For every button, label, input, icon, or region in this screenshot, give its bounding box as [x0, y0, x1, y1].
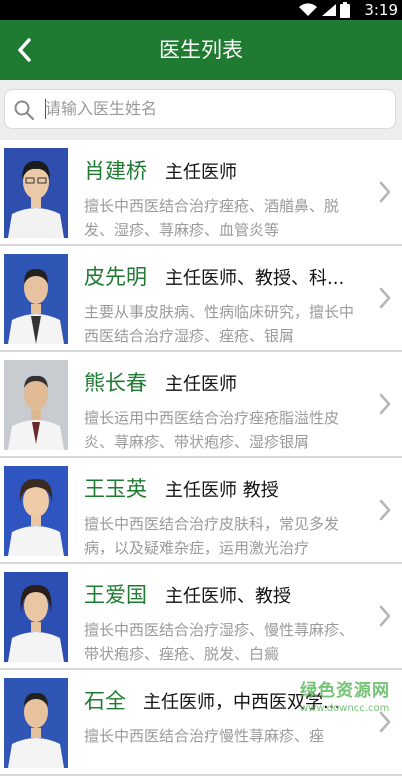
doctor-title: 主任医师 教授 [165, 480, 279, 501]
chevron-right-icon [379, 499, 391, 521]
doctor-title: 主任医师、教授、科... [165, 268, 345, 289]
page-title: 医生列表 [159, 38, 243, 62]
battery-icon [340, 2, 350, 18]
signal-icon [322, 4, 336, 16]
doctor-list-item[interactable]: 皮先明 主任医师、教授、科... 主要从事皮肤病、性病临床研究，擅长中西医结合治… [0, 246, 402, 352]
doctor-photo [4, 148, 68, 238]
doctor-title: 主任医师，中西医双学... [143, 692, 341, 713]
doctor-description: 擅长运用中西医结合治疗痤疮脂溢性皮炎、荨麻疹、带状疱疹、湿疹银屑 [84, 409, 340, 451]
doctor-name: 熊长春 [84, 371, 147, 395]
doctor-description: 擅长中西医结合治疗皮肤科，常见多发病，以及疑难杂症，运用激光治疗 [84, 515, 340, 557]
doctor-list-item[interactable]: 石全 主任医师，中西医双学... 擅长中西医结合治疗慢性荨麻疹、痤 [0, 670, 402, 776]
doctor-name: 皮先明 [84, 265, 147, 289]
doctor-list-item[interactable]: 肖建桥 主任医师 擅长中西医结合治疗痤疮、酒艏鼻、脱发、湿疹、荨麻疹、血管炎等 [0, 140, 402, 246]
doctor-list-item[interactable]: 熊长春 主任医师 擅长运用中西医结合治疗痤疮脂溢性皮炎、荨麻疹、带状疱疹、湿疹银… [0, 352, 402, 458]
doctor-name: 石全 [84, 689, 126, 713]
doctor-name: 肖建桥 [84, 159, 147, 183]
doctor-photo [4, 360, 68, 450]
search-icon [14, 100, 35, 121]
doctor-title: 主任医师 [165, 162, 237, 183]
doctor-name: 王玉英 [84, 477, 147, 501]
status-icons [298, 2, 350, 18]
chevron-right-icon [379, 711, 391, 733]
status-bar: 3:19 [0, 0, 402, 20]
doctor-description: 擅长中西医结合治疗痤疮、酒艏鼻、脱发、湿疹、荨麻疹、血管炎等 [84, 197, 340, 239]
search-input[interactable]: 请输入医生姓名 [4, 89, 396, 129]
doctor-photo [4, 572, 68, 662]
doctor-description: 擅长中西医结合治疗湿疹、慢性荨麻疹、带状疱疹、痤疮、脱发、白癜 [84, 621, 355, 663]
doctor-list-item[interactable]: 王爱国 主任医师、教授 擅长中西医结合治疗湿疹、慢性荨麻疹、带状疱疹、痤疮、脱发… [0, 564, 402, 670]
doctor-photo [4, 678, 68, 768]
app-header: 医生列表 [0, 20, 402, 80]
doctor-title: 主任医师 [165, 374, 237, 395]
chevron-right-icon [379, 605, 391, 627]
clock: 3:19 [364, 1, 398, 19]
doctor-photo [4, 466, 68, 556]
doctor-list: 肖建桥 主任医师 擅长中西医结合治疗痤疮、酒艏鼻、脱发、湿疹、荨麻疹、血管炎等 … [0, 140, 402, 776]
doctor-list-item[interactable]: 王玉英 主任医师 教授 擅长中西医结合治疗皮肤科，常见多发病，以及疑难杂症，运用… [0, 458, 402, 564]
wifi-icon [299, 3, 317, 17]
search-placeholder: 请输入医生姓名 [45, 99, 158, 118]
chevron-right-icon [379, 393, 391, 415]
doctor-title: 主任医师、教授 [165, 586, 291, 607]
doctor-description: 主要从事皮肤病、性病临床研究，擅长中西医结合治疗湿疹、痤疮、银屑 [84, 303, 355, 345]
chevron-right-icon [379, 287, 391, 309]
chevron-right-icon [379, 181, 391, 203]
doctor-name: 王爱国 [84, 583, 147, 607]
doctor-photo [4, 254, 68, 344]
search-bar: 请输入医生姓名 [0, 80, 402, 140]
